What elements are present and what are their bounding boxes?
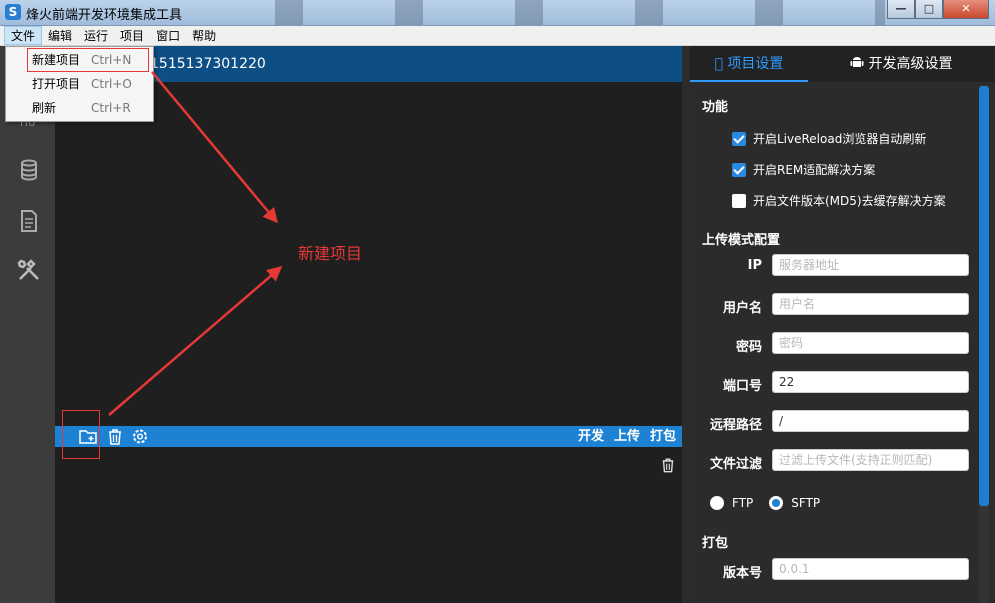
minimize-button[interactable]: — xyxy=(887,0,915,19)
window-title: 烽火前端开发环境集成工具 xyxy=(26,8,183,23)
sidebar: iYo xyxy=(0,46,55,603)
username-label: 用户名 xyxy=(722,301,762,316)
gear-icon[interactable] xyxy=(131,428,149,445)
project-toolbar: 开发 上传 打包 xyxy=(55,426,682,447)
checkbox-unchecked-icon[interactable] xyxy=(732,193,746,208)
apple-icon:  xyxy=(715,56,723,72)
maximize-button[interactable]: □ xyxy=(915,0,943,19)
section-upload-title: 上传模式配置 xyxy=(702,233,781,248)
tab-advanced-settings[interactable]: 开发高级设置 xyxy=(850,46,970,82)
document-icon[interactable] xyxy=(17,209,41,233)
settings-tabs:  项目设置 开发高级设置 xyxy=(690,46,995,82)
ip-input[interactable] xyxy=(772,254,969,276)
dev-button[interactable]: 开发 xyxy=(578,428,604,445)
database-icon[interactable] xyxy=(17,158,41,182)
port-input[interactable] xyxy=(772,371,969,393)
clear-log-trash-icon[interactable] xyxy=(660,457,676,473)
highlight-box-toolbar xyxy=(62,410,100,459)
menu-item-refresh[interactable]: 刷新 Ctrl+R xyxy=(6,97,153,119)
menu-item-refresh-label: 刷新 xyxy=(32,101,57,115)
settings-scrollbar[interactable] xyxy=(979,86,989,603)
menu-help[interactable]: 帮助 xyxy=(186,26,222,45)
protocol-radio-group: FTP SFTP xyxy=(710,496,820,510)
menu-item-open-project-shortcut: Ctrl+O xyxy=(91,77,132,91)
radio-sftp[interactable] xyxy=(769,496,784,510)
scroll-thumb[interactable] xyxy=(979,86,989,506)
close-button[interactable]: ✕ xyxy=(943,0,989,19)
port-label: 端口号 xyxy=(722,379,762,394)
log-area xyxy=(55,447,682,603)
tab-project-settings[interactable]:  项目设置 xyxy=(690,46,808,82)
password-label: 密码 xyxy=(735,340,762,355)
tab-advanced-settings-label: 开发高级设置 xyxy=(868,56,953,72)
upload-button[interactable]: 上传 xyxy=(614,428,640,445)
version-label: 版本号 xyxy=(722,566,762,581)
section-function-title: 功能 xyxy=(702,100,729,115)
radio-ftp[interactable] xyxy=(710,496,724,510)
menu-window[interactable]: 窗口 xyxy=(150,26,186,45)
menu-item-open-project[interactable]: 打开项目 Ctrl+O xyxy=(6,73,153,95)
menu-run[interactable]: 运行 xyxy=(78,26,114,45)
trash-icon[interactable] xyxy=(106,428,124,445)
project-name[interactable]: 1515137301220 xyxy=(150,56,266,72)
menu-project[interactable]: 项目 xyxy=(114,26,150,45)
password-input[interactable] xyxy=(772,332,969,354)
settings-panel:  项目设置 开发高级设置 功能 开启LiveReload浏览器自动刷新 开启R… xyxy=(682,46,995,603)
file-filter-label: 文件过滤 xyxy=(709,457,762,472)
menu-edit[interactable]: 编辑 xyxy=(42,26,78,45)
pack-button[interactable]: 打包 xyxy=(650,428,676,445)
checkbox-checked-icon[interactable] xyxy=(732,162,746,177)
menu-file[interactable]: 文件 xyxy=(4,26,43,45)
annotation-label: 新建项目 xyxy=(298,244,363,263)
title-bar: S 烽火前端开发环境集成工具 — □ ✕ xyxy=(0,0,995,26)
app-icon: S xyxy=(5,4,21,20)
project-list-area xyxy=(55,82,682,426)
menu-item-refresh-shortcut: Ctrl+R xyxy=(91,101,131,115)
username-input[interactable] xyxy=(772,293,969,315)
remote-path-label: 远程路径 xyxy=(709,418,762,433)
checkbox-rem-label: 开启REM适配解决方案 xyxy=(753,163,876,177)
checkbox-checked-icon[interactable] xyxy=(732,131,746,146)
taskbar-thumbnails xyxy=(225,0,885,25)
menu-item-open-project-label: 打开项目 xyxy=(32,77,81,91)
settings-body: 功能 开启LiveReload浏览器自动刷新 开启REM适配解决方案 开启文件版… xyxy=(690,86,979,603)
android-icon xyxy=(850,57,864,67)
checkbox-md5[interactable]: 开启文件版本(MD5)去缓存解决方案 xyxy=(732,192,946,209)
checkbox-md5-label: 开启文件版本(MD5)去缓存解决方案 xyxy=(753,194,946,208)
radio-ftp-label: FTP xyxy=(732,496,754,510)
radio-sftp-label: SFTP xyxy=(791,496,821,510)
ip-label: IP xyxy=(747,258,762,273)
highlight-box-menu xyxy=(27,48,149,72)
remote-path-input[interactable] xyxy=(772,410,969,432)
checkbox-livereload-label: 开启LiveReload浏览器自动刷新 xyxy=(753,132,927,146)
menu-bar: 文件 编辑 运行 项目 窗口 帮助 xyxy=(0,26,995,46)
tab-project-settings-label: 项目设置 xyxy=(721,56,783,72)
tools-icon[interactable] xyxy=(17,258,41,282)
checkbox-rem[interactable]: 开启REM适配解决方案 xyxy=(732,161,875,178)
checkbox-livereload[interactable]: 开启LiveReload浏览器自动刷新 xyxy=(732,130,926,147)
version-input[interactable] xyxy=(772,558,969,580)
section-pack-title: 打包 xyxy=(702,536,729,551)
file-filter-input[interactable] xyxy=(772,449,969,471)
